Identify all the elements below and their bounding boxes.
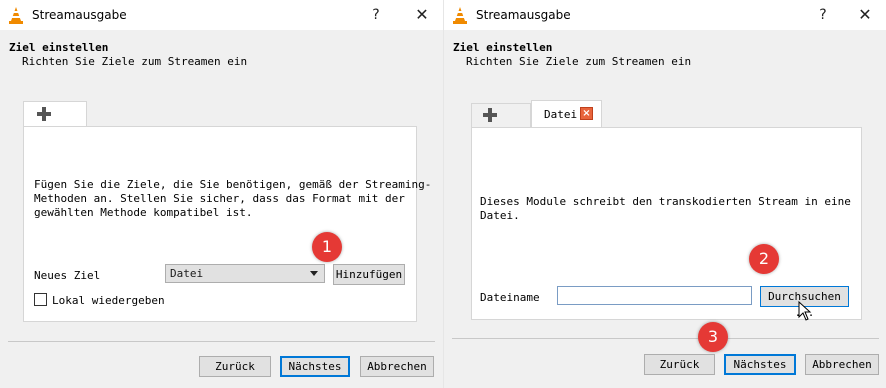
help-button[interactable]: ? (362, 5, 390, 25)
stream-output-dialog-step2: Streamausgabe ? ✕ Ziel einstellen Richte… (443, 0, 886, 388)
page-heading: Ziel einstellen (9, 41, 109, 54)
window-title: Streamausgabe (476, 8, 571, 22)
page-subheading: Richten Sie Ziele zum Streamen ein (22, 55, 248, 68)
tab-add-destination[interactable] (471, 103, 531, 127)
new-target-value: Datei (170, 267, 204, 280)
close-button[interactable]: ✕ (408, 5, 436, 25)
tab-add-destination[interactable] (23, 101, 87, 127)
info-text: Dieses Module schreibt den transkodierte… (480, 195, 851, 222)
add-button[interactable]: Hinzufügen (333, 264, 405, 285)
chevron-down-icon (310, 271, 318, 276)
plus-icon (37, 107, 51, 121)
page-heading: Ziel einstellen (453, 41, 553, 54)
title-bar: Streamausgabe ? ✕ (444, 0, 886, 30)
back-button[interactable]: Zurück (199, 356, 271, 377)
step-badge-2: 2 (749, 244, 779, 274)
info-text: Fügen Sie die Ziele, die Sie benötigen, … (34, 178, 432, 219)
local-play-label: Lokal wiedergeben (52, 294, 165, 307)
help-button[interactable]: ? (809, 5, 837, 25)
step-badge-1: 1 (312, 232, 342, 262)
close-tab-icon[interactable]: × (580, 107, 593, 120)
page-subheading: Richten Sie Ziele zum Streamen ein (466, 55, 692, 68)
close-button[interactable]: ✕ (851, 5, 879, 25)
window-title: Streamausgabe (32, 8, 127, 22)
mouse-cursor-icon (798, 301, 812, 321)
new-target-select[interactable]: Datei (165, 264, 325, 283)
separator (452, 338, 879, 339)
destination-panel (23, 126, 417, 322)
filename-input[interactable] (557, 286, 752, 305)
local-play-checkbox[interactable] (34, 293, 47, 306)
cancel-button[interactable]: Abbrechen (805, 354, 879, 375)
back-button[interactable]: Zurück (644, 354, 715, 375)
tab-datei[interactable]: Datei × (531, 100, 602, 128)
new-target-label: Neues Ziel (34, 269, 101, 282)
vlc-cone-icon (453, 7, 467, 24)
title-bar: Streamausgabe ? ✕ (0, 0, 443, 30)
vlc-cone-icon (9, 7, 23, 24)
stream-output-dialog-step1: Streamausgabe ? ✕ Ziel einstellen Richte… (0, 0, 443, 388)
next-button[interactable]: Nächstes (724, 354, 796, 375)
tab-label: Datei (544, 108, 578, 121)
cancel-button[interactable]: Abbrechen (360, 356, 434, 377)
plus-icon (483, 108, 497, 122)
next-button[interactable]: Nächstes (280, 356, 350, 377)
separator (8, 341, 435, 342)
step-badge-3: 3 (698, 322, 728, 352)
filename-label: Dateiname (480, 291, 540, 304)
